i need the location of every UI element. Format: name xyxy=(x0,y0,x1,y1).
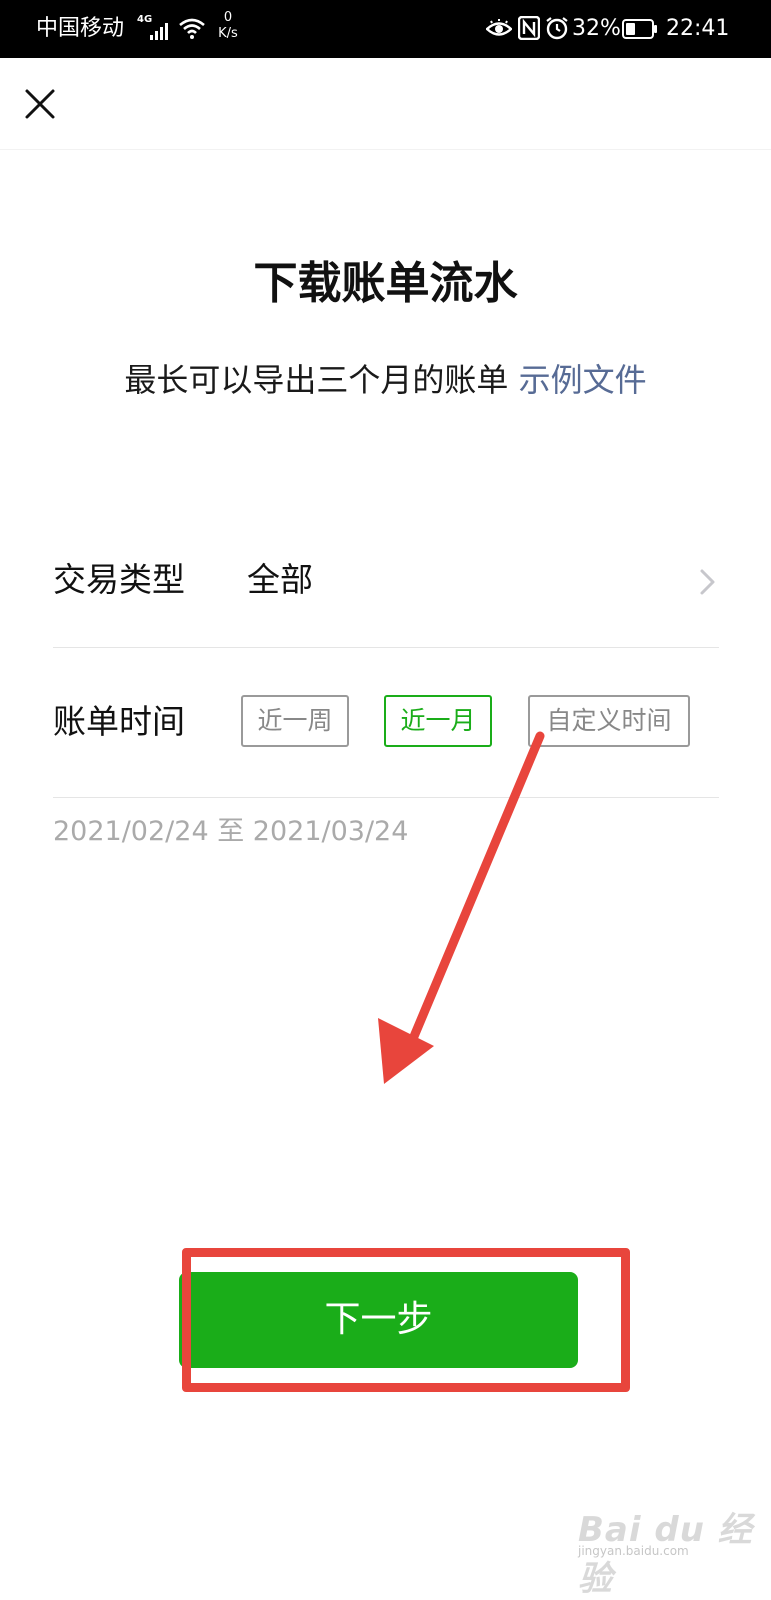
alarm-icon xyxy=(546,17,568,40)
transaction-type-row[interactable]: 交易类型 全部 xyxy=(53,520,719,648)
page-title: 下载账单流水 xyxy=(253,258,518,309)
status-bar: 中国移动 4G 0 K/s 32% 22:41 xyxy=(0,0,771,58)
divider xyxy=(53,647,719,648)
net-speed-unit: K/s xyxy=(218,26,238,41)
example-file-link[interactable]: 示例文件 xyxy=(519,361,647,399)
annotation-highlight-box xyxy=(182,1248,630,1392)
eye-comfort-icon xyxy=(486,19,512,36)
net-speed-value: 0 xyxy=(223,10,233,25)
carrier-name: 中国移动 xyxy=(36,16,125,41)
subtitle-text: 最长可以导出三个月的账单 xyxy=(124,361,509,399)
battery-percent: 32% xyxy=(572,16,621,41)
chevron-right-icon xyxy=(700,569,715,595)
annotation-arrow-icon xyxy=(378,731,545,1084)
page-subtitle: 最长可以导出三个月的账单 示例文件 xyxy=(0,358,771,402)
option-last-week[interactable]: 近一周 xyxy=(241,695,349,747)
baidu-jingyan-watermark: Bai du 经验 jingyan.baidu.com xyxy=(578,1498,758,1599)
close-icon[interactable] xyxy=(18,82,62,126)
transaction-type-value: 全部 xyxy=(247,560,313,599)
signal-icon xyxy=(150,23,168,40)
wifi-icon xyxy=(179,18,205,39)
nfc-icon xyxy=(518,16,540,40)
nav-bar xyxy=(0,58,771,150)
bill-time-label: 账单时间 xyxy=(53,702,185,741)
battery-icon xyxy=(622,19,657,39)
net-speed: 0 K/s xyxy=(214,10,242,42)
transaction-type-label: 交易类型 xyxy=(53,560,185,599)
option-custom-time[interactable]: 自定义时间 xyxy=(528,695,690,747)
date-range-text: 2021/02/24 至 2021/03/24 xyxy=(53,816,409,847)
status-time: 22:41 xyxy=(666,16,730,41)
watermark-url: jingyan.baidu.com xyxy=(578,1544,689,1558)
